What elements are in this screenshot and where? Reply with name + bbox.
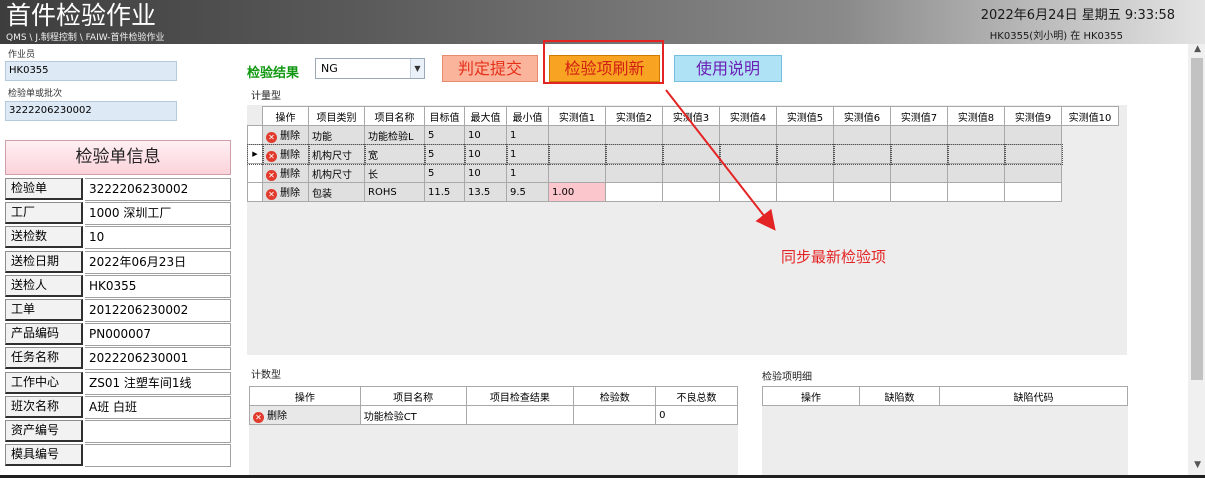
scroll-up-icon[interactable]: ▲ [1194,44,1201,54]
annotation-text: 同步最新检验项 [781,248,887,266]
scroll-down-icon[interactable]: ▼ [1194,460,1201,470]
annotation-arrow [665,89,776,231]
scrollbar-thumb[interactable] [1191,58,1203,380]
